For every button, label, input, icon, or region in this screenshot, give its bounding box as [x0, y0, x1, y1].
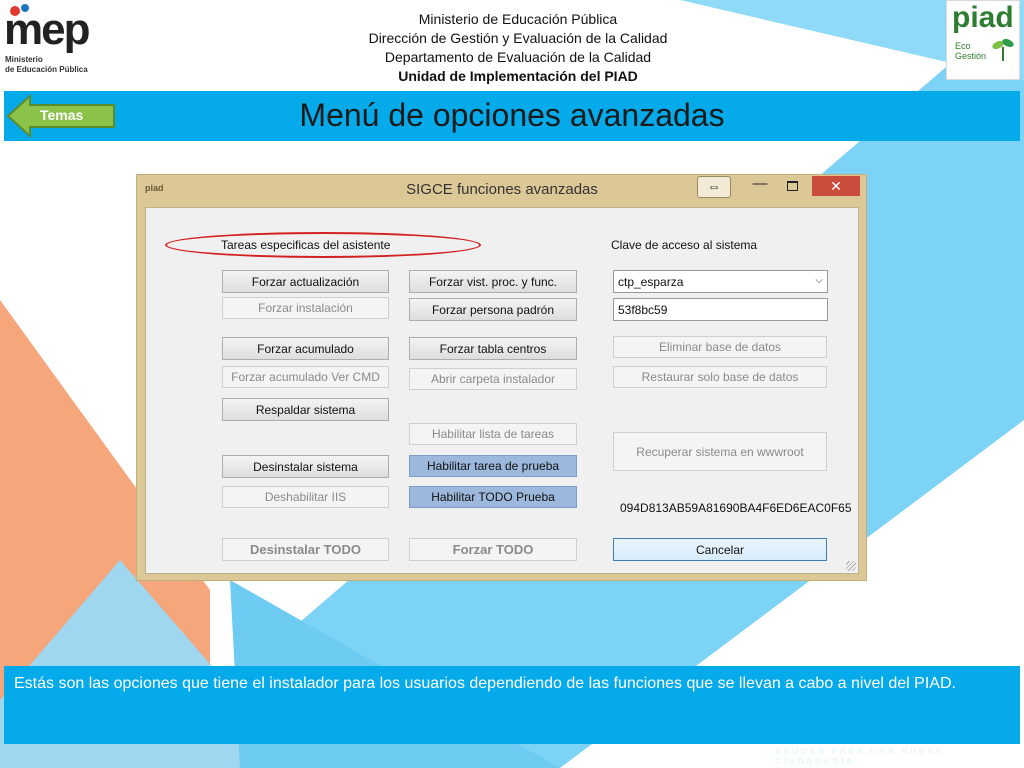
hash-code-text: 094D813AB59A81690BA4F6ED6EAC0F65	[620, 501, 852, 515]
piad-logo-sub1: Eco	[955, 41, 971, 51]
window-titlebar[interactable]: piad SIGCE funciones avanzadas ⇔ — ✕	[137, 175, 866, 205]
dialog-client-area: Tareas especificas del asistente Clave d…	[145, 207, 859, 574]
close-button[interactable]: ✕	[812, 176, 860, 196]
header-line-3: Departamento de Evaluación de la Calidad	[384, 49, 652, 65]
user-select-value: ctp_esparza	[618, 274, 684, 289]
header-line-4: Unidad de Implementación del PIAD	[398, 68, 638, 84]
forzar-tabla-centros-button[interactable]: Forzar tabla centros	[409, 337, 577, 360]
habilitar-tarea-prueba-button[interactable]: Habilitar tarea de prueba	[409, 455, 577, 477]
minimize-button[interactable]: —	[747, 176, 773, 195]
page-title: Menú de opciones avanzadas	[299, 97, 725, 133]
restaurar-base-datos-button[interactable]: Restaurar solo base de datos	[613, 366, 827, 388]
forzar-persona-padron-button[interactable]: Forzar persona padrón	[409, 298, 577, 321]
piad-logo-word: piad	[952, 1, 1014, 34]
sigce-dialog-window: piad SIGCE funciones avanzadas ⇔ — ✕ Tar…	[136, 174, 867, 581]
back-button-label: Temas	[40, 107, 84, 123]
header-line-1: Ministerio de Educación Pública	[418, 11, 618, 27]
maximize-button[interactable]	[779, 177, 805, 195]
cancelar-button[interactable]: Cancelar	[613, 538, 827, 561]
resize-arrows-button[interactable]: ⇔	[697, 176, 731, 198]
maximize-icon	[786, 181, 798, 191]
window-title: SIGCE funciones avanzadas	[406, 181, 598, 198]
piad-logo-sub2: Gestión	[955, 51, 987, 61]
mep-logo-word: mep	[4, 5, 90, 54]
piad-logo-sub: Eco Gestión	[955, 41, 986, 61]
header-line-2: Dirección de Gestión y Evaluación de la …	[368, 30, 668, 46]
habilitar-todo-prueba-button[interactable]: Habilitar TODO Prueba	[409, 486, 577, 508]
sprout-icon	[992, 38, 1014, 61]
desinstalar-sistema-button[interactable]: Desinstalar sistema	[222, 455, 389, 478]
resize-grip-icon[interactable]	[846, 561, 856, 571]
respaldar-sistema-button[interactable]: Respaldar sistema	[222, 398, 389, 421]
user-select[interactable]: ctp_esparza ⌵	[613, 270, 828, 293]
mep-logo-subtitle-line2: de Educación Pública	[5, 65, 88, 74]
recuperar-sistema-button[interactable]: Recuperar sistema en wwwroot	[613, 432, 827, 471]
habilitar-lista-tareas-button[interactable]: Habilitar lista de tareas	[409, 423, 577, 445]
abrir-carpeta-instalador-button[interactable]: Abrir carpeta instalador	[409, 368, 577, 390]
chevron-down-icon: ⌵	[815, 275, 823, 286]
app-icon: piad	[145, 183, 164, 193]
back-to-topics-button[interactable]: Temas	[6, 94, 116, 138]
institution-header: Ministerio de Educación Pública Direcció…	[300, 10, 736, 86]
mep-logo-subtitle-line1: Ministerio	[5, 55, 43, 64]
slide-caption: Estás son las opciones que tiene el inst…	[4, 666, 1020, 744]
deshabilitar-iis-button[interactable]: Deshabilitar IIS	[222, 486, 389, 508]
section-label-tasks: Tareas especificas del asistente	[221, 238, 391, 252]
password-field[interactable]: 53f8bc59	[613, 298, 828, 321]
forzar-actualizacion-button[interactable]: Forzar actualización	[222, 270, 389, 293]
eliminar-base-datos-button[interactable]: Eliminar base de datos	[613, 336, 827, 358]
forzar-acumulado-button[interactable]: Forzar acumulado	[222, 337, 389, 360]
mep-logo-subtitle: Ministerio de Educación Pública	[5, 55, 95, 75]
forzar-acumulado-ver-cmd-button[interactable]: Forzar acumulado Ver CMD	[222, 366, 389, 388]
footer-slogan: EDUCAR PARA UNA NUEVA CIUDADANÍA	[775, 746, 944, 766]
forzar-todo-button[interactable]: Forzar TODO	[409, 538, 577, 561]
piad-logo: piad Eco Gestión	[946, 0, 1020, 80]
password-label: Clave de acceso al sistema	[611, 238, 758, 252]
desinstalar-todo-button[interactable]: Desinstalar TODO	[222, 538, 389, 561]
mep-logo: mep Ministerio de Educación Pública	[4, 2, 94, 80]
forzar-instalacion-button[interactable]: Forzar instalación	[222, 297, 389, 319]
forzar-vist-proc-button[interactable]: Forzar vist. proc. y func.	[409, 270, 577, 293]
